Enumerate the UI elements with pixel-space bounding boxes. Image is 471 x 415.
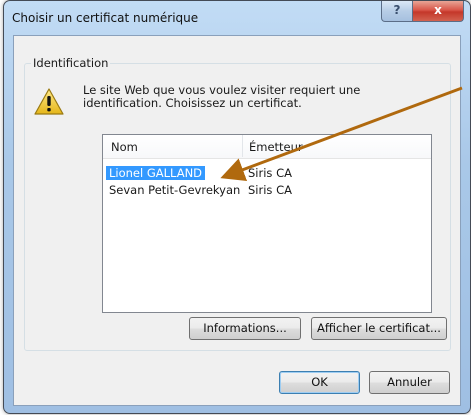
warning-message-line2: identification. Choisissez un certificat… [83, 96, 302, 110]
certificate-name[interactable]: Lionel GALLAND [106, 166, 206, 180]
certificate-row[interactable]: Sevan Petit-Gevrekyan Siris CA [103, 182, 431, 198]
close-button[interactable]: x [412, 1, 464, 22]
ok-button[interactable]: OK [279, 371, 360, 394]
column-header-name[interactable]: Nom [111, 140, 138, 154]
certificate-issuer[interactable]: Siris CA [248, 166, 292, 180]
certificate-issuer[interactable]: Siris CA [248, 183, 292, 197]
group-label: Identification [31, 56, 111, 70]
certificate-name[interactable]: Sevan Petit-Gevrekyan [109, 183, 240, 197]
column-header-issuer[interactable]: Émetteur [249, 140, 303, 154]
column-separator[interactable] [242, 135, 243, 157]
view-certificate-button[interactable]: Afficher le certificat... [311, 317, 447, 340]
help-icon: ? [393, 3, 401, 17]
title-bar[interactable]: Choisir un certificat numérique ? x [4, 1, 470, 35]
cancel-button[interactable]: Annuler [369, 371, 450, 394]
warning-message: Le site Web que vous voulez visiter requ… [83, 84, 403, 110]
warning-icon [34, 88, 64, 115]
dialog-window: Choisir un certificat numérique ? x Iden… [3, 0, 471, 414]
informations-button[interactable]: Informations... [189, 317, 301, 340]
window-title: Choisir un certificat numérique [12, 11, 199, 25]
certificate-list[interactable]: Nom Émetteur Lionel GALLAND Siris CA Sev… [102, 134, 432, 313]
certificate-row-selected[interactable]: Lionel GALLAND Siris CA [103, 165, 431, 181]
close-icon: x [434, 3, 442, 17]
list-header: Nom Émetteur [103, 135, 431, 159]
help-button[interactable]: ? [381, 1, 413, 22]
dialog-body: Identification Le site Web que vous voul… [13, 35, 461, 406]
